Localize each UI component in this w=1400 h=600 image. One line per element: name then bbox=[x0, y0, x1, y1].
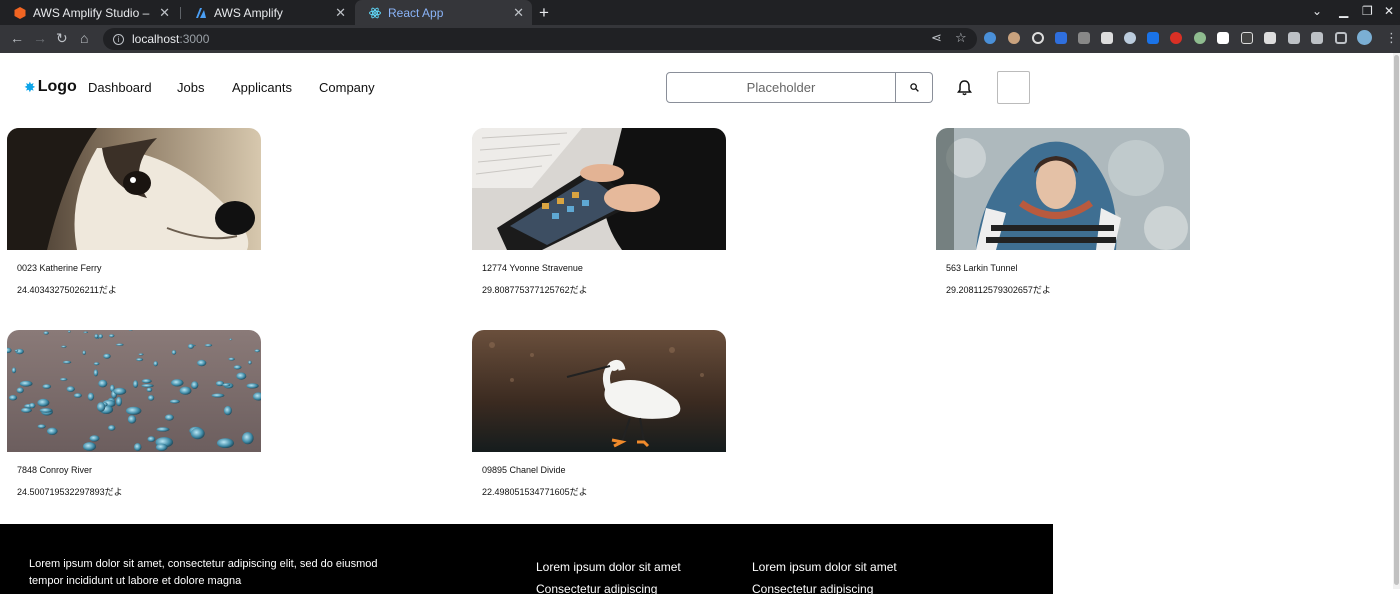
logo-star-icon: ✸ bbox=[24, 78, 36, 95]
footer: Lorem ipsum dolor sit amet, consectetur … bbox=[0, 524, 1053, 596]
tab-title: AWS Amplify bbox=[214, 5, 283, 20]
url-port: :3000 bbox=[179, 32, 210, 46]
card-address: 0023 Katherine Ferry bbox=[17, 263, 102, 273]
browser-tab-amplify[interactable]: AWS Amplify ✕ bbox=[181, 0, 354, 25]
card-price: 22.498051534771605だよ bbox=[482, 487, 588, 497]
property-card[interactable]: 09895 Chanel Divide 22.498051534771605だよ bbox=[472, 330, 726, 498]
tab-search-icon[interactable]: ⌄ bbox=[1312, 4, 1322, 18]
extension-icon[interactable] bbox=[1078, 32, 1090, 44]
footer-link[interactable]: Consectetur adipiscing bbox=[536, 578, 681, 600]
card-address: 09895 Chanel Divide bbox=[482, 465, 566, 475]
footer-text: Lorem ipsum dolor sit amet, consectetur … bbox=[29, 558, 378, 587]
card-image-woman-scarf bbox=[936, 128, 1190, 250]
extension-icon[interactable] bbox=[1124, 32, 1136, 44]
maximize-icon[interactable]: ❐ bbox=[1362, 4, 1373, 18]
card-image-egret bbox=[472, 330, 726, 452]
logo-text: Logo bbox=[37, 78, 77, 95]
extension-icon[interactable] bbox=[1264, 32, 1276, 44]
footer-link[interactable]: Consectetur adipiscing bbox=[752, 578, 897, 600]
bookmark-star-icon[interactable]: ☆ bbox=[955, 31, 967, 45]
reading-list-icon[interactable] bbox=[1311, 32, 1323, 44]
card-price: 29.208112579302657だよ bbox=[946, 285, 1051, 295]
url-host: localhost bbox=[132, 32, 180, 46]
extension-icon[interactable] bbox=[1008, 32, 1020, 44]
extension-icon[interactable] bbox=[1147, 32, 1159, 44]
new-tab-button[interactable]: + bbox=[539, 3, 549, 23]
bell-icon[interactable] bbox=[956, 79, 973, 97]
nav-dashboard[interactable]: Dashboard bbox=[88, 80, 152, 95]
scrollbar[interactable] bbox=[1393, 53, 1400, 589]
avatar[interactable] bbox=[997, 71, 1030, 104]
profile-avatar[interactable] bbox=[1357, 30, 1372, 45]
card-price: 24.40343275026211だよ bbox=[17, 285, 117, 295]
puzzle-icon[interactable] bbox=[1288, 32, 1300, 44]
card-price: 24.500719532297893だよ bbox=[17, 487, 123, 497]
extension-icon[interactable] bbox=[1170, 32, 1182, 44]
side-panel-icon[interactable] bbox=[1335, 32, 1347, 44]
property-card[interactable]: 7848 Conroy River 24.500719532297893だよ bbox=[7, 330, 261, 498]
react-icon bbox=[369, 7, 381, 18]
search-button[interactable] bbox=[896, 72, 933, 103]
extension-icon[interactable] bbox=[1241, 32, 1253, 44]
footer-column: Lorem ipsum dolor sit amet Consectetur a… bbox=[752, 556, 897, 600]
logo[interactable]: ✸ Logo bbox=[24, 78, 77, 96]
home-icon[interactable]: ⌂ bbox=[80, 31, 88, 45]
extension-icon[interactable] bbox=[1194, 32, 1206, 44]
card-price: 29.808775377125762だよ bbox=[482, 285, 588, 295]
card-address: 12774 Yvonne Stravenue bbox=[482, 263, 583, 273]
close-icon[interactable]: ✕ bbox=[159, 5, 170, 21]
info-icon[interactable]: i bbox=[113, 33, 124, 45]
browser-tab-amplify-studio[interactable]: AWS Amplify Studio – 最| ✕ bbox=[0, 0, 178, 25]
forward-icon[interactable]: → bbox=[33, 31, 47, 45]
card-address: 7848 Conroy River bbox=[17, 465, 93, 475]
card-image-dog bbox=[7, 128, 261, 250]
minimize-icon[interactable]: ▁ bbox=[1339, 4, 1348, 18]
extension-icon[interactable] bbox=[1101, 32, 1113, 44]
amplify-studio-icon bbox=[14, 6, 26, 19]
browser-tab-bar: AWS Amplify Studio – 最| ✕ AWS Amplify ✕ … bbox=[0, 0, 1400, 25]
search-bar bbox=[666, 72, 933, 103]
card-image-tablet bbox=[472, 128, 726, 250]
browser-tab-react-app[interactable]: React App ✕ bbox=[355, 0, 532, 25]
reload-icon[interactable]: ↻ bbox=[56, 31, 68, 45]
close-icon[interactable]: ✕ bbox=[335, 5, 346, 21]
footer-heading: Lorem ipsum dolor sit amet bbox=[752, 560, 897, 574]
nav-company[interactable]: Company bbox=[319, 80, 375, 95]
page-content: ✸ Logo Dashboard Jobs Applicants Company bbox=[0, 53, 1393, 596]
footer-column: Lorem ipsum dolor sit amet Consectetur a… bbox=[536, 556, 681, 600]
close-window-icon[interactable]: ✕ bbox=[1384, 4, 1394, 18]
extension-icon[interactable] bbox=[1217, 32, 1229, 44]
property-card[interactable]: 563 Larkin Tunnel 29.208112579302657だよ bbox=[936, 128, 1190, 296]
extension-icon[interactable] bbox=[984, 32, 996, 44]
card-image-water-drops bbox=[7, 330, 261, 452]
nav-jobs[interactable]: Jobs bbox=[177, 80, 204, 95]
more-menu-icon[interactable]: ⋮ bbox=[1385, 31, 1398, 45]
browser-toolbar: ← → ↻ ⌂ i localhost:3000 ⋖ ☆ ⋮ bbox=[0, 25, 1400, 53]
back-icon[interactable]: ← bbox=[10, 31, 24, 45]
property-card[interactable]: 12774 Yvonne Stravenue 29.80877537712576… bbox=[472, 128, 726, 296]
amplify-icon bbox=[196, 7, 206, 18]
search-input[interactable] bbox=[666, 72, 896, 103]
search-icon bbox=[909, 83, 919, 92]
close-icon[interactable]: ✕ bbox=[513, 5, 524, 21]
share-icon[interactable]: ⋖ bbox=[931, 31, 942, 45]
address-bar[interactable]: i localhost:3000 bbox=[103, 28, 977, 50]
property-card[interactable]: 0023 Katherine Ferry 24.40343275026211だよ bbox=[7, 128, 261, 296]
tab-title: React App bbox=[388, 5, 444, 20]
nav-applicants[interactable]: Applicants bbox=[232, 80, 292, 95]
extension-icon[interactable] bbox=[1055, 32, 1067, 44]
tab-title: AWS Amplify Studio – 最| bbox=[33, 6, 153, 20]
footer-heading: Lorem ipsum dolor sit amet bbox=[536, 560, 681, 574]
scrollbar-thumb[interactable] bbox=[1394, 55, 1399, 585]
card-address: 563 Larkin Tunnel bbox=[946, 263, 1018, 273]
extension-search-icon[interactable] bbox=[1032, 32, 1044, 44]
